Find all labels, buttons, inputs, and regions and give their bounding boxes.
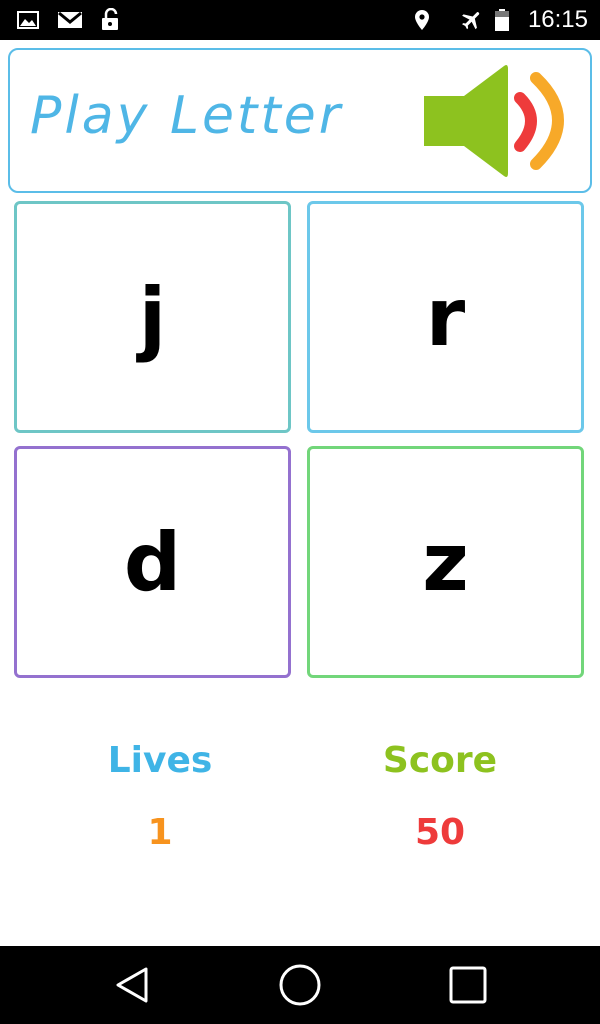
letter-card-label: d [123,515,182,609]
unlock-icon [102,8,118,30]
score-value: 50 [414,812,466,853]
navigation-bar [0,946,600,1024]
location-icon [415,10,429,30]
recents-icon[interactable] [446,963,490,1007]
letter-card-d[interactable]: d [14,446,291,678]
clock-time: 16:15 [527,6,588,33]
score-label: Score [382,740,498,781]
lives-label: Lives [107,740,213,781]
letter-card-j[interactable]: j [14,201,291,433]
letter-card-label: j [138,270,167,364]
status-bar: 16:15 [0,0,600,40]
lives-value: 1 [147,812,173,853]
home-icon[interactable] [278,963,322,1007]
gmail-icon [58,11,82,28]
airplane-icon [462,12,480,30]
gallery-icon [17,11,39,29]
back-icon[interactable] [110,963,154,1007]
play-letter-header: Play Letter [8,48,592,193]
battery-icon [495,9,509,31]
letter-card-label: r [425,270,466,364]
speaker-icon[interactable] [420,60,580,182]
letter-card-z[interactable]: z [307,446,584,678]
header-title: Play Letter [30,86,344,146]
letter-card-r[interactable]: r [307,201,584,433]
letter-card-label: z [422,515,469,609]
